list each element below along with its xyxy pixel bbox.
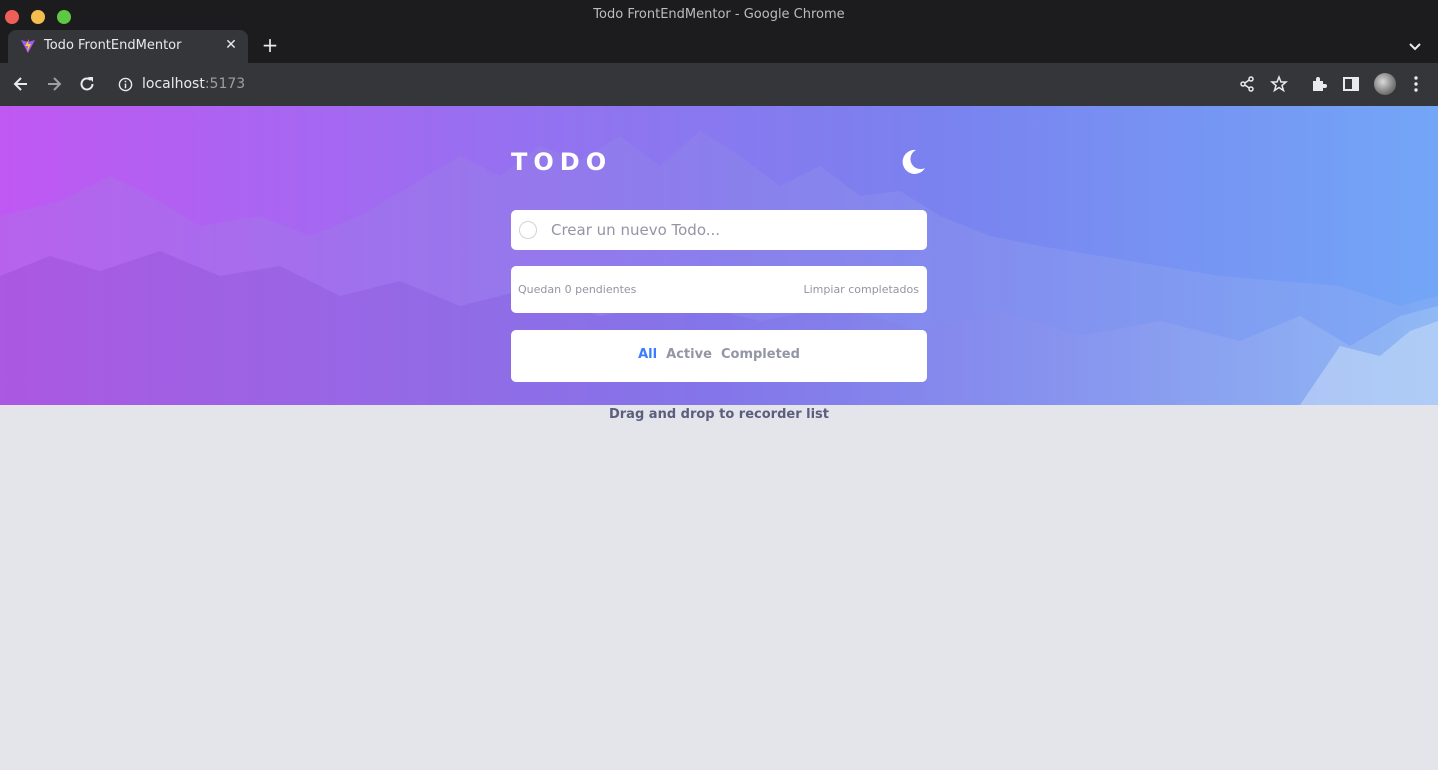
- puzzle-icon[interactable]: [1309, 74, 1329, 94]
- profile-avatar[interactable]: [1374, 73, 1396, 95]
- tab-close-icon[interactable]: ✕: [222, 36, 240, 54]
- window-title: Todo FrontEndMentor - Google Chrome: [593, 7, 845, 22]
- side-panel-icon[interactable]: [1341, 74, 1361, 94]
- items-left-counter: Quedan 0 pendientes: [518, 283, 637, 296]
- filter-all[interactable]: All: [638, 347, 657, 362]
- url-port: :5173: [204, 76, 246, 92]
- todo-footer: Quedan 0 pendientes Limpiar completados: [511, 266, 927, 313]
- star-icon[interactable]: [1269, 74, 1289, 94]
- back-arrow-icon[interactable]: [11, 74, 31, 94]
- new-todo-form: [511, 210, 927, 250]
- new-tab-button[interactable]: +: [259, 35, 281, 57]
- tab-strip: Todo FrontEndMentor ✕ +: [0, 30, 1438, 63]
- url-host: localhost: [142, 76, 205, 92]
- reload-icon[interactable]: [77, 74, 97, 94]
- chevron-down-icon[interactable]: [1406, 37, 1424, 55]
- app-title: TODO: [511, 148, 613, 176]
- filter-bar: All Active Completed: [511, 330, 927, 382]
- moon-icon[interactable]: [899, 148, 927, 176]
- clear-completed-button[interactable]: Limpiar completados: [804, 283, 920, 296]
- page-content: TODO Quedan 0 pendientes Limpiar complet…: [0, 106, 1438, 770]
- new-todo-checkbox[interactable]: [519, 221, 537, 239]
- address-bar[interactable]: localhost:5173: [108, 68, 1228, 101]
- drag-hint: Drag and drop to recorder list: [608, 407, 830, 422]
- filter-completed[interactable]: Completed: [721, 347, 800, 362]
- filter-active[interactable]: Active: [666, 347, 712, 362]
- info-icon[interactable]: [118, 77, 133, 92]
- new-todo-input[interactable]: [551, 210, 921, 250]
- tab-title: Todo FrontEndMentor: [44, 38, 182, 53]
- browser-tab[interactable]: Todo FrontEndMentor ✕: [8, 30, 248, 63]
- kebab-menu-icon[interactable]: [1406, 74, 1426, 94]
- vite-favicon-icon: [21, 39, 35, 53]
- share-icon[interactable]: [1237, 74, 1257, 94]
- window-title-bar: Todo FrontEndMentor - Google Chrome: [0, 0, 1438, 32]
- browser-toolbar: localhost:5173: [0, 63, 1438, 106]
- forward-arrow-icon[interactable]: [44, 74, 64, 94]
- url-text: localhost:5173: [142, 76, 245, 92]
